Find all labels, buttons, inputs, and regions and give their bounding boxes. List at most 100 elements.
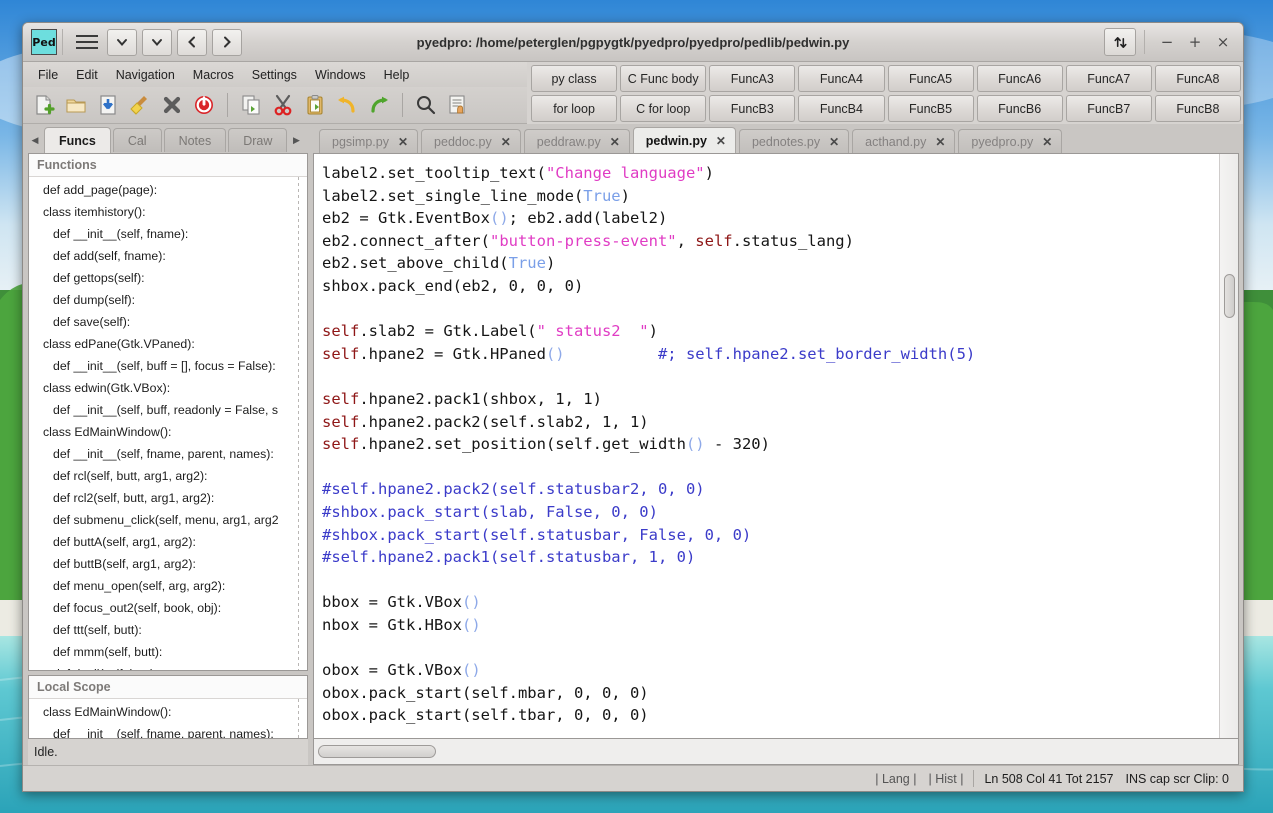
list-item[interactable]: def mmm(self, butt):	[29, 641, 307, 663]
minimize-button[interactable]: −	[1153, 29, 1181, 55]
list-item[interactable]: class itemhistory():	[29, 201, 307, 223]
open-folder-button[interactable]	[61, 90, 91, 120]
editor-vertical-scrollbar[interactable]	[1219, 154, 1238, 738]
close-icon[interactable]: ✕	[610, 135, 620, 149]
scrollbar-thumb[interactable]	[1224, 274, 1235, 318]
paste-button[interactable]	[300, 90, 330, 120]
quit-power-button[interactable]	[189, 90, 219, 120]
file-tab-pedwin[interactable]: pedwin.py ✕	[633, 127, 736, 153]
macro-b4[interactable]: FuncB4	[798, 95, 884, 122]
search-button[interactable]	[411, 90, 441, 120]
menu-file[interactable]: File	[29, 66, 67, 84]
macro-b2[interactable]: C for loop	[620, 95, 706, 122]
document-action-button[interactable]	[443, 90, 473, 120]
list-item[interactable]: def __init__(self, buff = [], focus = Fa…	[29, 355, 307, 377]
status-lang[interactable]: | Lang |	[869, 772, 922, 786]
tab-draw[interactable]: Draw	[228, 128, 287, 152]
file-tab-pednotes[interactable]: pednotes.py ✕	[739, 129, 849, 153]
list-item[interactable]: def __init__(self, fname, parent, names)…	[29, 723, 307, 738]
save-button[interactable]	[93, 90, 123, 120]
list-item[interactable]: def add_page(page):	[29, 179, 307, 201]
maximize-button[interactable]: +	[1181, 29, 1209, 55]
macro-a5[interactable]: FuncA5	[888, 65, 974, 92]
close-icon[interactable]: ✕	[398, 135, 408, 149]
clean-broom-button[interactable]	[125, 90, 155, 120]
menu-help[interactable]: Help	[375, 66, 419, 84]
list-item[interactable]: def __init__(self, fname, parent, names)…	[29, 443, 307, 465]
list-item[interactable]: class EdMainWindow():	[29, 701, 307, 723]
copy-button[interactable]	[236, 90, 266, 120]
list-item[interactable]: class edwin(Gtk.VBox):	[29, 377, 307, 399]
close-icon[interactable]: ✕	[935, 135, 945, 149]
list-item[interactable]: def rcl(self, butt, arg1, arg2):	[29, 465, 307, 487]
code-line: eb2.set_above_child(True)	[322, 252, 1219, 275]
macro-b8[interactable]: FuncB8	[1155, 95, 1241, 122]
tab-cal[interactable]: Cal	[113, 128, 162, 152]
menu-settings[interactable]: Settings	[243, 66, 306, 84]
macro-b3[interactable]: FuncB3	[709, 95, 795, 122]
sidebar-tabs-prev-button[interactable]: ◀	[28, 129, 42, 151]
list-item[interactable]: def add(self, fname):	[29, 245, 307, 267]
list-item[interactable]: def rcl2(self, butt, arg1, arg2):	[29, 487, 307, 509]
macro-a7[interactable]: FuncA7	[1066, 65, 1152, 92]
macro-b6[interactable]: FuncB6	[977, 95, 1063, 122]
sidebar-tabs-next-button[interactable]: ▶	[289, 129, 303, 151]
macro-a2[interactable]: C Func body	[620, 65, 706, 92]
list-item[interactable]: def __init__(self, fname):	[29, 223, 307, 245]
macro-b5[interactable]: FuncB5	[888, 95, 974, 122]
macro-a1[interactable]: py class	[531, 65, 617, 92]
file-tab-peddraw[interactable]: peddraw.py ✕	[524, 129, 630, 153]
macro-a4[interactable]: FuncA4	[798, 65, 884, 92]
tab-funcs[interactable]: Funcs	[44, 127, 111, 153]
list-item[interactable]: def save(self):	[29, 311, 307, 333]
list-item[interactable]: def buttA(self, arg1, arg2):	[29, 531, 307, 553]
close-icon[interactable]: ✕	[1042, 135, 1052, 149]
list-item[interactable]: def focus_out2(self, book, obj):	[29, 597, 307, 619]
list-item[interactable]: def __init__(self, buff, readonly = Fals…	[29, 399, 307, 421]
macro-b7[interactable]: FuncB7	[1066, 95, 1152, 122]
list-item[interactable]: class edPane(Gtk.VPaned):	[29, 333, 307, 355]
dropdown-button-2[interactable]	[142, 29, 172, 56]
close-button[interactable]: ×	[1209, 29, 1237, 55]
tab-notes[interactable]: Notes	[164, 128, 227, 152]
list-item[interactable]: def doall(self, butt):	[29, 663, 307, 670]
list-item[interactable]: def submenu_click(self, menu, arg1, arg2	[29, 509, 307, 531]
macro-a8[interactable]: FuncA8	[1155, 65, 1241, 92]
macro-b1[interactable]: for loop	[531, 95, 617, 122]
forward-button[interactable]	[212, 29, 242, 56]
close-icon[interactable]: ✕	[501, 135, 511, 149]
close-icon[interactable]: ✕	[716, 134, 726, 148]
close-icon[interactable]: ✕	[829, 135, 839, 149]
file-tab-pgsimp[interactable]: pgsimp.py ✕	[319, 129, 418, 153]
undo-button[interactable]	[332, 90, 362, 120]
close-file-button[interactable]	[157, 90, 187, 120]
list-item[interactable]: def menu_open(self, arg, arg2):	[29, 575, 307, 597]
editor-horizontal-scrollbar[interactable]	[313, 739, 1239, 765]
swap-updown-button[interactable]	[1104, 28, 1136, 56]
macro-a3[interactable]: FuncA3	[709, 65, 795, 92]
menu-navigation[interactable]: Navigation	[107, 66, 184, 84]
list-item[interactable]: def buttB(self, arg1, arg2):	[29, 553, 307, 575]
list-item[interactable]: def ttt(self, butt):	[29, 619, 307, 641]
cut-button[interactable]	[268, 90, 298, 120]
list-item[interactable]: def gettops(self):	[29, 267, 307, 289]
code-text[interactable]: label2.set_tooltip_text("Change language…	[314, 154, 1219, 738]
file-tab-acthand[interactable]: acthand.py ✕	[852, 129, 955, 153]
file-tab-pyedpro[interactable]: pyedpro.py ✕	[958, 129, 1062, 153]
functions-list[interactable]: def add_page(page):class itemhistory():d…	[29, 177, 307, 670]
new-file-button[interactable]	[29, 90, 59, 120]
macro-a6[interactable]: FuncA6	[977, 65, 1063, 92]
menu-edit[interactable]: Edit	[67, 66, 107, 84]
file-tab-peddoc[interactable]: peddoc.py ✕	[421, 129, 521, 153]
scrollbar-thumb[interactable]	[318, 745, 436, 758]
redo-button[interactable]	[364, 90, 394, 120]
dropdown-button-1[interactable]	[107, 29, 137, 56]
status-hist[interactable]: | Hist |	[922, 772, 969, 786]
menu-windows[interactable]: Windows	[306, 66, 375, 84]
menu-hamburger-button[interactable]	[72, 28, 102, 56]
back-button[interactable]	[177, 29, 207, 56]
list-item[interactable]: class EdMainWindow():	[29, 421, 307, 443]
list-item[interactable]: def dump(self):	[29, 289, 307, 311]
menu-macros[interactable]: Macros	[184, 66, 243, 84]
local-scope-list[interactable]: class EdMainWindow():def __init__(self, …	[29, 699, 307, 738]
